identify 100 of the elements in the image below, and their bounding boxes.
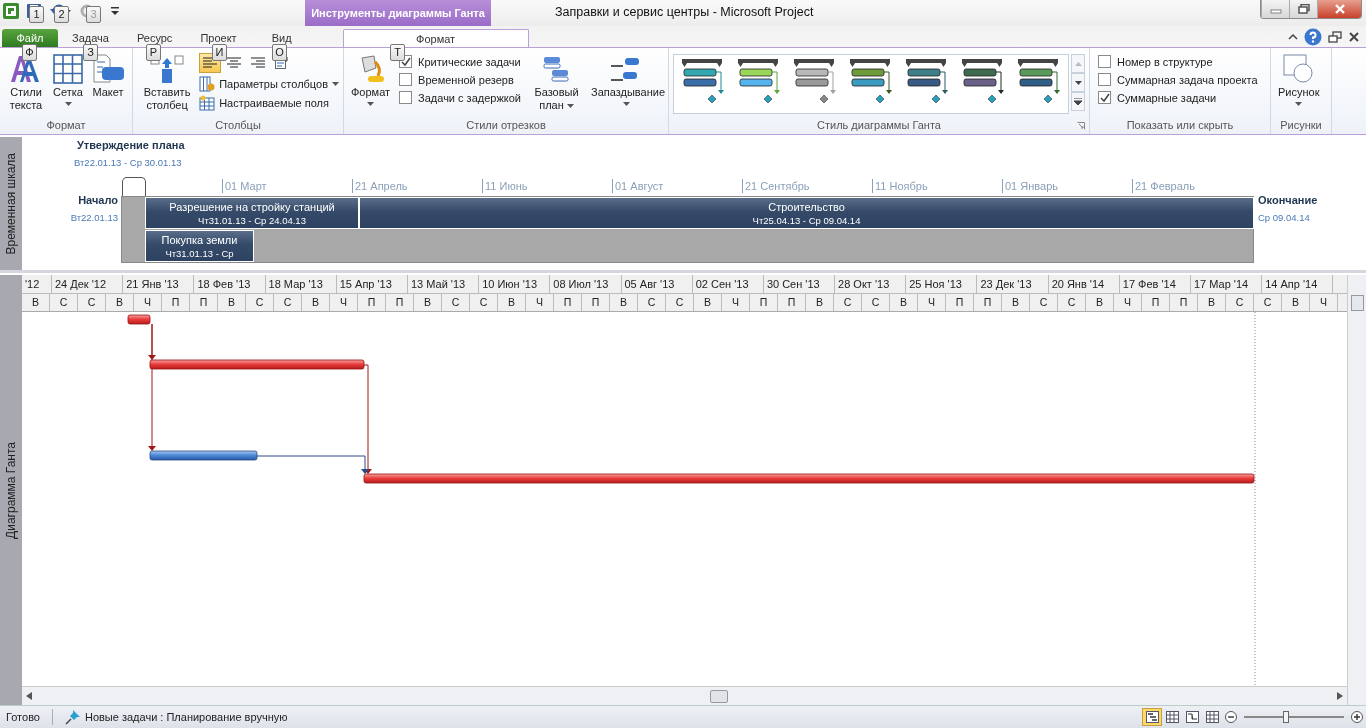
vertical-scrollbar[interactable]: [1347, 275, 1366, 705]
checkbox[interactable]: Номер в структуре: [1098, 55, 1258, 68]
timescale-cell: Ч: [722, 294, 750, 311]
new-tasks-mode[interactable]: Новые задачи : Планирование вручную: [51, 709, 300, 725]
ribbon-button[interactable]: Сетка: [50, 52, 86, 108]
task-dates: Чт25.04.13 - Ср 09.04.14: [752, 214, 861, 226]
grid-icon: [53, 54, 83, 84]
checkbox[interactable]: Задачи с задержкой: [399, 91, 521, 104]
timescale-cell: В: [106, 294, 134, 311]
dialog-launcher-icon[interactable]: [1077, 122, 1085, 130]
timescale-cell: П: [1142, 294, 1170, 311]
minus-icon: [1225, 711, 1237, 723]
help-icon[interactable]: [1304, 27, 1322, 46]
timescale-cell: 23 Дек '13: [977, 275, 1049, 293]
timescale-cell: 14 Апр '14: [1262, 275, 1334, 293]
timeline-tick: 21 Февраль: [1132, 179, 1195, 193]
close-icon: [1333, 4, 1346, 14]
ribbon-tab[interactable]: Задача: [58, 29, 123, 47]
custom-fields-button[interactable]: Настраиваемые поля: [199, 95, 339, 111]
timescale-cell: 08 Июл '13: [550, 275, 622, 293]
ribbon-tab[interactable]: Ресурс: [122, 29, 187, 47]
gantt-view-button[interactable]: [1142, 708, 1162, 726]
app-logo-icon: [2, 2, 20, 20]
keytip-tooltip: З: [83, 44, 98, 61]
timescale-cell: В: [218, 294, 246, 311]
horizontal-scrollbar[interactable]: [22, 686, 1347, 705]
gantt-style-gallery[interactable]: [673, 54, 1069, 114]
ribbon-tab[interactable]: Формат: [342, 29, 529, 47]
timescale-cell: 17 Фев '14: [1119, 275, 1191, 293]
timeline-task[interactable]: Строительство Чт25.04.13 - Ср 09.04.14: [359, 197, 1254, 229]
task-bar[interactable]: [127, 314, 151, 325]
timescale-cell: 15 Апр '13: [336, 275, 408, 293]
finish-label: Окончание: [1258, 194, 1318, 206]
timescale-cell: 24 Дек '12: [52, 275, 124, 293]
restore-icon: [1297, 4, 1310, 14]
caret-icon: [64, 102, 72, 106]
restore-button[interactable]: [1289, 0, 1317, 18]
timescale-cell: С: [834, 294, 862, 311]
timeline-tick: 11 Июнь: [482, 179, 528, 193]
baseline-button[interactable]: Базовый план: [527, 52, 586, 114]
align-left-icon: [203, 57, 218, 69]
checkbox[interactable]: Временной резерв: [399, 73, 521, 86]
timescale-cell: В: [1002, 294, 1030, 311]
gantt-view-icon: [1145, 711, 1159, 723]
timescale-cell: С: [246, 294, 274, 311]
task-bar[interactable]: [149, 359, 365, 370]
align-right-icon: [251, 57, 266, 69]
more-button[interactable]: [1071, 92, 1085, 111]
ribbon-tab[interactable]: Файл: [2, 29, 58, 47]
baseline-icon: [541, 54, 572, 84]
timescale-cell: 25 Ноя '13: [906, 275, 978, 293]
layout-icon: [91, 54, 125, 84]
customize-icon[interactable]: [108, 4, 122, 18]
timescale-cell: 02 Сен '13: [692, 275, 764, 293]
scroll-left-icon[interactable]: [26, 692, 32, 700]
timescale-cell: С: [470, 294, 498, 311]
zoom-out-button[interactable]: [1222, 711, 1240, 723]
timescale-cell: Ч: [526, 294, 554, 311]
collapse-ribbon-icon[interactable]: [1288, 32, 1298, 41]
group-label: Стили отрезков: [465, 119, 547, 133]
contextual-tab-group: Инструменты диаграммы Ганта: [305, 0, 491, 26]
caret-icon: [622, 102, 630, 106]
timeline-task[interactable]: Разрешение на стройку станций Чт31.01.13 - Ср 24.04.13: [145, 197, 359, 229]
keytip-tooltip: О: [272, 44, 287, 61]
timescale-cell: В: [302, 294, 330, 311]
ribbon-tab[interactable]: Проект: [186, 29, 251, 47]
task-bar[interactable]: [149, 450, 258, 461]
picture-button[interactable]: Рисунок: [1275, 52, 1323, 108]
checkbox[interactable]: Суммарная задача проекта: [1098, 73, 1258, 86]
task-bar[interactable]: [363, 473, 1255, 484]
timescale-cell: П: [554, 294, 582, 311]
keytip-tooltip: 3: [86, 6, 101, 23]
close-window-icon[interactable]: [1348, 30, 1360, 43]
scroll-down-button[interactable]: [1071, 73, 1085, 92]
milestone-dates: Вт22.01.13 - Ср 30.01.13: [74, 157, 182, 168]
timescale-cell: С: [1226, 294, 1254, 311]
timeline-task[interactable]: Покупка земли Чт31.01.13 - Ср: [145, 230, 254, 262]
pin-icon: [64, 709, 81, 725]
caret-icon: [1295, 102, 1303, 106]
checkbox[interactable]: Суммарные задачи: [1098, 91, 1258, 104]
close-button[interactable]: [1317, 0, 1361, 18]
timescale-cell: П: [778, 294, 806, 311]
usage-view-icon: [1165, 711, 1179, 723]
scroll-right-icon[interactable]: [1337, 692, 1343, 700]
group-label: Рисунки: [1279, 119, 1323, 133]
plus-icon: [1351, 711, 1363, 723]
gantt-side-label: Диаграмма Ганта: [0, 275, 22, 705]
timescale-cell: С: [862, 294, 890, 311]
timescale-cell: С: [78, 294, 106, 311]
timeline-tick: 21 Апрель: [352, 179, 408, 193]
timescale-cell: С: [50, 294, 78, 311]
scroll-thumb[interactable]: [710, 690, 728, 703]
restore-window-icon[interactable]: [1328, 30, 1342, 43]
scroll-up-icon: [1074, 61, 1082, 66]
slippage-button[interactable]: Запаздывание: [588, 52, 664, 108]
ribbon-tab[interactable]: Вид: [250, 29, 313, 47]
zoom-in-button[interactable]: [1348, 711, 1366, 723]
column-settings-button[interactable]: Параметры столбцов: [199, 76, 339, 92]
caret-icon: [367, 102, 375, 106]
zoom-thumb[interactable]: [1283, 711, 1289, 723]
